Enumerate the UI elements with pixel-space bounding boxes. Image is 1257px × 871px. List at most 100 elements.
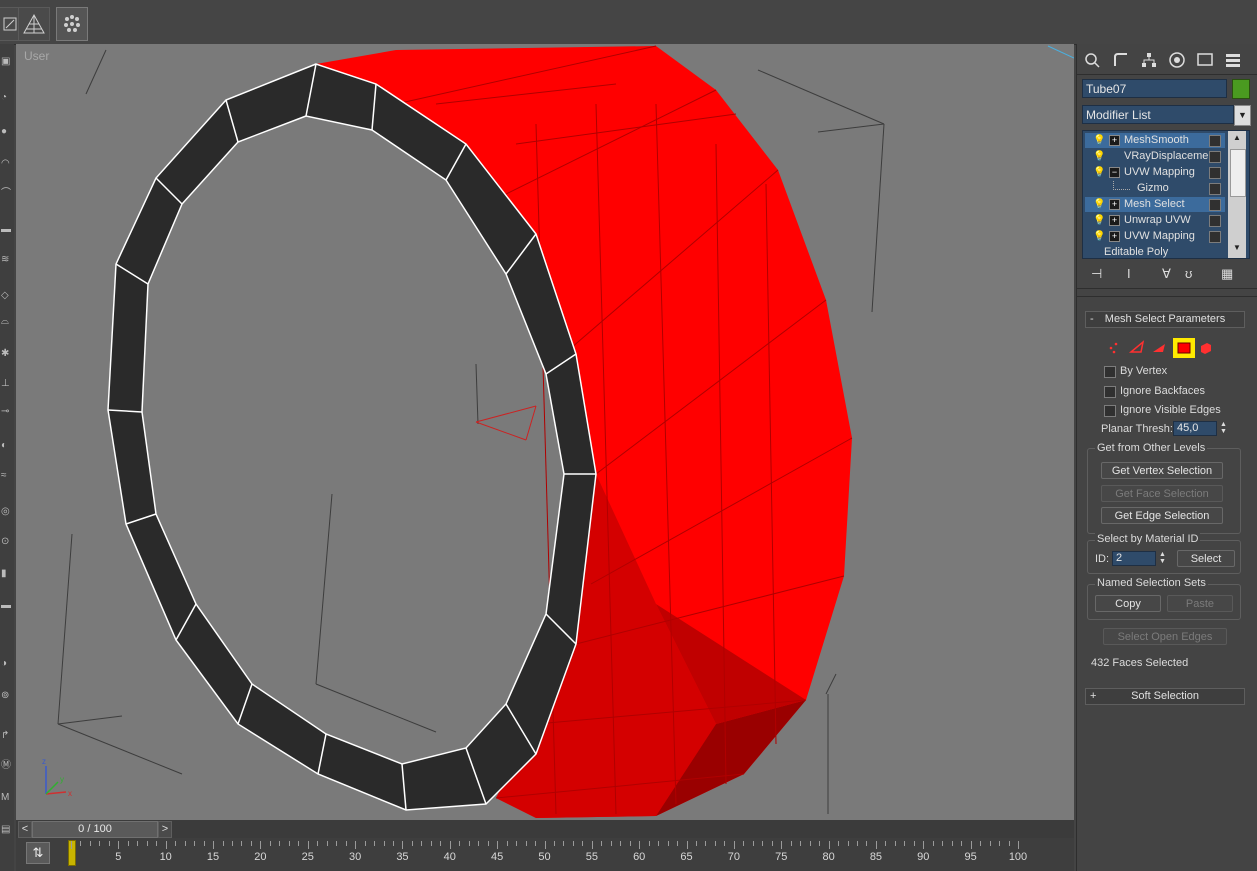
by-vertex-checkbox[interactable] bbox=[1104, 366, 1116, 378]
utilities-icon[interactable] bbox=[1222, 49, 1244, 71]
planar-thresh-field[interactable]: 45,0 bbox=[1173, 421, 1217, 436]
expand-icon[interactable]: + bbox=[1109, 199, 1120, 210]
tool-icon[interactable]: ↱ bbox=[1, 730, 12, 741]
stack-item-vraydisplacement[interactable]: 💡 VRayDisplaceme bbox=[1085, 149, 1225, 164]
tool-icon[interactable]: ◇ bbox=[1, 290, 12, 301]
stack-item-gizmo[interactable]: Gizmo bbox=[1085, 181, 1225, 196]
grid-snap-icon[interactable] bbox=[18, 7, 50, 41]
motion-icon[interactable] bbox=[1166, 49, 1188, 71]
expand-icon[interactable]: + bbox=[1090, 689, 1096, 704]
tool-icon[interactable]: ⊚ bbox=[1, 690, 12, 701]
stack-checkbox[interactable] bbox=[1209, 135, 1221, 147]
display-icon[interactable] bbox=[1194, 49, 1216, 71]
expand-icon[interactable]: + bbox=[1109, 231, 1120, 242]
stack-item-mesh-select[interactable]: 💡 + Mesh Select bbox=[1085, 197, 1225, 212]
get-vertex-selection-button[interactable]: Get Vertex Selection bbox=[1101, 462, 1223, 479]
tool-icon[interactable]: Ⓜ bbox=[1, 760, 12, 771]
tool-icon[interactable]: ▮ bbox=[1, 568, 12, 579]
configure-sets-icon[interactable]: ▦ bbox=[1221, 266, 1233, 282]
tool-icon[interactable]: ⌓ bbox=[1, 316, 12, 327]
expand-icon[interactable]: + bbox=[1109, 135, 1120, 146]
stack-item-unwrap-uvw[interactable]: 💡 + Unwrap UVW bbox=[1085, 213, 1225, 228]
tool-icon[interactable]: ▣ bbox=[1, 56, 12, 67]
create-icon[interactable] bbox=[1081, 49, 1103, 71]
tool-icon[interactable]: ≋ bbox=[1, 254, 12, 265]
rollout-mesh-select-header[interactable]: - Mesh Select Parameters bbox=[1085, 311, 1245, 328]
lightbulb-icon[interactable]: 💡 bbox=[1093, 229, 1105, 244]
make-unique-icon[interactable]: ∀ bbox=[1162, 266, 1171, 282]
sphere-tool-icon[interactable]: ● bbox=[1, 126, 12, 137]
object-name-field[interactable]: Tube07 bbox=[1082, 79, 1227, 98]
ignore-backfaces-checkbox[interactable] bbox=[1104, 386, 1116, 398]
tool-icon[interactable]: ▬ bbox=[1, 224, 12, 235]
next-frame-button[interactable]: > bbox=[158, 821, 172, 838]
stack-item-uvw-mapping-2[interactable]: 💡 + UVW Mapping bbox=[1085, 229, 1225, 244]
stack-checkbox[interactable] bbox=[1209, 151, 1221, 163]
face-level-icon[interactable] bbox=[1153, 344, 1165, 352]
chevron-up-icon[interactable]: ▲ bbox=[1230, 133, 1244, 143]
lightbulb-icon[interactable]: 💡 bbox=[1093, 213, 1105, 228]
chevron-down-icon[interactable]: ▼ bbox=[1230, 243, 1244, 253]
stack-scrollbar[interactable]: ▲ ▼ bbox=[1228, 131, 1246, 258]
stack-checkbox[interactable] bbox=[1209, 183, 1221, 195]
tool-icon[interactable]: ⊙ bbox=[1, 536, 12, 547]
spinner-icon[interactable]: ▲ ▼ bbox=[1219, 421, 1228, 436]
modify-icon[interactable] bbox=[1110, 49, 1132, 71]
lightbulb-icon[interactable]: 💡 bbox=[1093, 149, 1105, 164]
tool-icon[interactable]: ⌒ bbox=[1, 188, 12, 199]
select-button[interactable]: Select bbox=[1177, 550, 1235, 567]
lightbulb-icon[interactable]: 💡 bbox=[1093, 133, 1105, 148]
frame-display-thumb[interactable]: 0 / 100 bbox=[32, 821, 158, 838]
tool-icon[interactable]: ≈ bbox=[1, 470, 12, 481]
collapse-icon[interactable]: − bbox=[1109, 167, 1120, 178]
edge-level-icon[interactable] bbox=[1128, 340, 1145, 353]
tool-icon[interactable]: ◑ bbox=[1, 658, 12, 669]
chevron-down-icon[interactable]: ▼ bbox=[1234, 105, 1251, 126]
tool-icon[interactable]: ▤ bbox=[1, 824, 12, 835]
stack-checkbox[interactable] bbox=[1209, 167, 1221, 179]
tool-icon[interactable]: ◐ bbox=[1, 440, 12, 451]
modifier-stack[interactable]: 💡 + MeshSmooth 💡 VRayDisplaceme 💡 − UVW … bbox=[1082, 130, 1250, 259]
stack-checkbox[interactable] bbox=[1209, 215, 1221, 227]
show-end-result-icon[interactable]: Ι bbox=[1127, 266, 1131, 281]
element-level-icon[interactable] bbox=[1201, 343, 1211, 354]
stack-checkbox[interactable] bbox=[1209, 199, 1221, 211]
modifier-list-dropdown[interactable]: Modifier List bbox=[1082, 105, 1234, 124]
select-open-edges-button[interactable]: Select Open Edges bbox=[1103, 628, 1227, 645]
scroll-thumb[interactable] bbox=[1230, 149, 1246, 197]
vertex-level-icon[interactable] bbox=[1109, 342, 1118, 354]
track-bar[interactable]: ⇅ 5 10 15 20 25 30 35 40 45 50 55 60 65 70 75 80 85 90 95 1… bbox=[16, 838, 1074, 871]
expand-icon[interactable]: + bbox=[1109, 215, 1120, 226]
pin-stack-icon[interactable]: ⊣ bbox=[1091, 266, 1102, 282]
stack-item-editable-poly[interactable]: Editable Poly bbox=[1085, 245, 1225, 258]
tool-icon[interactable]: ◎ bbox=[1, 506, 12, 517]
tool-icon[interactable]: ◔ bbox=[1, 92, 12, 103]
polygon-level-icon[interactable] bbox=[1173, 338, 1195, 358]
tool-icon[interactable]: ⊸ bbox=[1, 406, 12, 417]
prev-frame-button[interactable]: < bbox=[18, 821, 32, 838]
tool-icon[interactable]: ⊥ bbox=[1, 378, 12, 389]
time-slider[interactable]: < 0 / 100 > bbox=[16, 820, 1074, 838]
object-color-swatch[interactable] bbox=[1232, 79, 1250, 99]
stack-checkbox[interactable] bbox=[1209, 231, 1221, 243]
lightbulb-icon[interactable]: 💡 bbox=[1093, 165, 1105, 180]
stack-item-meshsmooth[interactable]: 💡 + MeshSmooth bbox=[1085, 133, 1225, 148]
paste-button[interactable]: Paste bbox=[1167, 595, 1233, 612]
spinner-icon[interactable]: ▲ ▼ bbox=[1158, 551, 1167, 566]
copy-button[interactable]: Copy bbox=[1095, 595, 1161, 612]
stack-item-uvw-mapping[interactable]: 💡 − UVW Mapping bbox=[1085, 165, 1225, 180]
collapse-icon[interactable]: - bbox=[1090, 312, 1094, 327]
particle-icon[interactable] bbox=[56, 7, 88, 41]
tool-icon[interactable]: ▬ bbox=[1, 600, 12, 611]
get-edge-selection-button[interactable]: Get Edge Selection bbox=[1101, 507, 1223, 524]
tool-icon[interactable]: ◠ bbox=[1, 158, 12, 169]
tool-icon[interactable]: ✱ bbox=[1, 348, 12, 359]
rollout-soft-selection-header[interactable]: + Soft Selection bbox=[1085, 688, 1245, 705]
viewport-user[interactable]: User z y x bbox=[16, 44, 1074, 820]
ignore-visible-edges-checkbox[interactable] bbox=[1104, 405, 1116, 417]
remove-modifier-icon[interactable]: ʊ bbox=[1185, 266, 1192, 281]
get-face-selection-button[interactable]: Get Face Selection bbox=[1101, 485, 1223, 502]
material-id-field[interactable]: 2 bbox=[1112, 551, 1156, 566]
tool-icon[interactable]: M bbox=[1, 792, 12, 803]
hierarchy-icon[interactable] bbox=[1138, 49, 1160, 71]
